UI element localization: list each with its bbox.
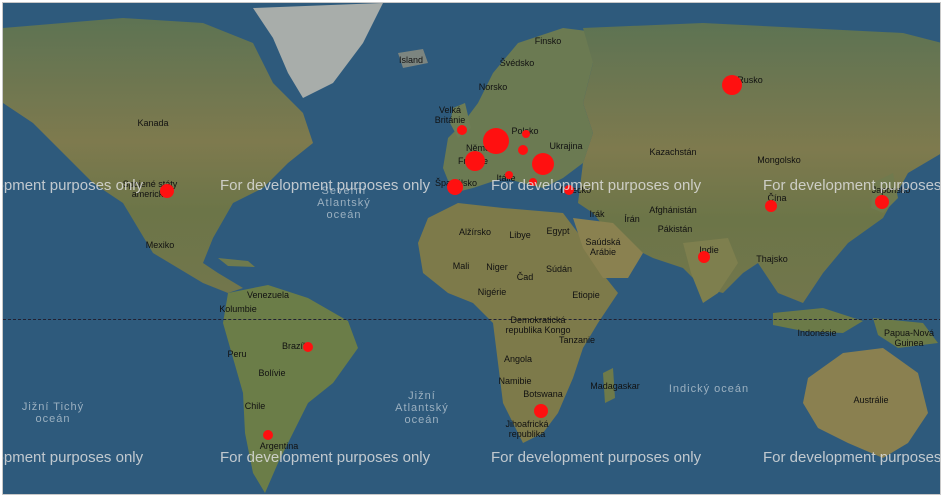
- map-landmass-layer: [3, 3, 940, 493]
- marker-hungary[interactable]: [532, 153, 554, 175]
- country-label-chile: Chile: [244, 401, 266, 411]
- marker-russia[interactable]: [722, 75, 742, 95]
- watermark-text: For development purposes only: [763, 177, 941, 194]
- country-label-cad: Čad: [516, 272, 534, 282]
- watermark-text: For development purposes only: [3, 177, 144, 194]
- country-label-nigerie: Nigérie: [477, 287, 507, 297]
- marker-argentina[interactable]: [263, 430, 273, 440]
- country-label-kanada: Kanada: [137, 118, 169, 128]
- watermark-text: For development purposes only: [763, 449, 941, 466]
- country-label-demokraticka-republika-kongo: Demokratická republika Kongo: [505, 315, 571, 335]
- country-label-angola: Angola: [503, 354, 533, 364]
- country-label-sudan: Súdán: [545, 264, 573, 274]
- marker-czech[interactable]: [518, 145, 528, 155]
- country-label-namibie: Namibie: [498, 376, 532, 386]
- country-label-venezuela: Venezuela: [246, 290, 290, 300]
- ocean-label-jizni-tichy-ocean: Jižní Tichý oceán: [21, 401, 85, 425]
- marker-brazil[interactable]: [303, 342, 313, 352]
- country-label-etiopie: Etiopie: [572, 290, 600, 300]
- country-label-pakistan: Pákistán: [657, 224, 693, 234]
- ocean-label-jizni-atlanticky-ocean: Jižní Atlantský oceán: [395, 390, 449, 426]
- country-label-svedsko: Švédsko: [499, 58, 535, 68]
- marker-south-africa[interactable]: [534, 404, 548, 418]
- country-label-iran: Írán: [624, 214, 640, 224]
- country-label-peru: Peru: [227, 349, 247, 359]
- country-label-egypt: Egypt: [546, 226, 570, 236]
- country-label-papua-nova-guinea: Papua-Nová Guinea: [883, 328, 935, 348]
- country-label-bolivie: Bolívie: [258, 368, 286, 378]
- country-label-saudska-arabie: Saúdská Arábie: [585, 237, 621, 257]
- country-label-kolumbie: Kolumbie: [219, 304, 257, 314]
- country-label-island: Island: [398, 55, 424, 65]
- marker-china[interactable]: [765, 200, 777, 212]
- marker-japan[interactable]: [875, 195, 889, 209]
- country-label-velka-britanie: Velká Británie: [434, 105, 466, 125]
- marker-usa[interactable]: [160, 184, 174, 198]
- marker-spain[interactable]: [447, 179, 463, 195]
- country-label-jihoafricka-republika: Jihoafrická republika: [505, 419, 549, 439]
- country-label-tanzanie: Tanzanie: [558, 335, 596, 345]
- country-label-irak: Irák: [589, 209, 605, 219]
- marker-india[interactable]: [698, 251, 710, 263]
- country-label-alzirsko: Alžírsko: [458, 227, 492, 237]
- equator-line: [3, 319, 940, 320]
- world-map[interactable]: Island Finsko Švédsko Norsko Rusko Kanada Velk…: [2, 2, 941, 495]
- marker-uk[interactable]: [457, 125, 467, 135]
- country-label-mali: Mali: [452, 261, 470, 271]
- north-america-shape: [3, 18, 313, 293]
- europe-shape: [443, 28, 603, 193]
- country-label-afghanistan: Afghánistán: [649, 205, 697, 215]
- watermark-text: For development purposes only: [491, 449, 702, 466]
- country-label-libye: Libye: [509, 230, 531, 240]
- country-label-niger: Niger: [486, 262, 508, 272]
- country-label-norsko: Norsko: [478, 82, 508, 92]
- ocean-label-indicky-ocean: Indický oceán: [668, 383, 750, 395]
- country-label-thajsko: Thajsko: [756, 254, 788, 264]
- caribbean-shape: [218, 258, 255, 267]
- country-label-australie: Austrálie: [853, 395, 889, 405]
- country-label-madagaskar: Madagaskar: [590, 381, 640, 391]
- marker-germany[interactable]: [483, 128, 509, 154]
- watermark-text: For development purposes only: [3, 449, 144, 466]
- watermark-text: For development purposes only: [491, 177, 702, 194]
- watermark-text: For development purposes only: [220, 449, 431, 466]
- country-label-botswana: Botswana: [523, 389, 563, 399]
- country-label-indonesie: Indonésie: [797, 328, 837, 338]
- marker-france[interactable]: [465, 151, 485, 171]
- watermark-text: For development purposes only: [220, 177, 431, 194]
- country-label-mongolsko: Mongolsko: [757, 155, 801, 165]
- country-label-kazachstan: Kazachstán: [649, 147, 697, 157]
- marker-poland[interactable]: [522, 130, 530, 138]
- country-label-ukrajina: Ukrajina: [549, 141, 583, 151]
- country-label-mexiko: Mexiko: [145, 240, 175, 250]
- country-label-finsko: Finsko: [534, 36, 562, 46]
